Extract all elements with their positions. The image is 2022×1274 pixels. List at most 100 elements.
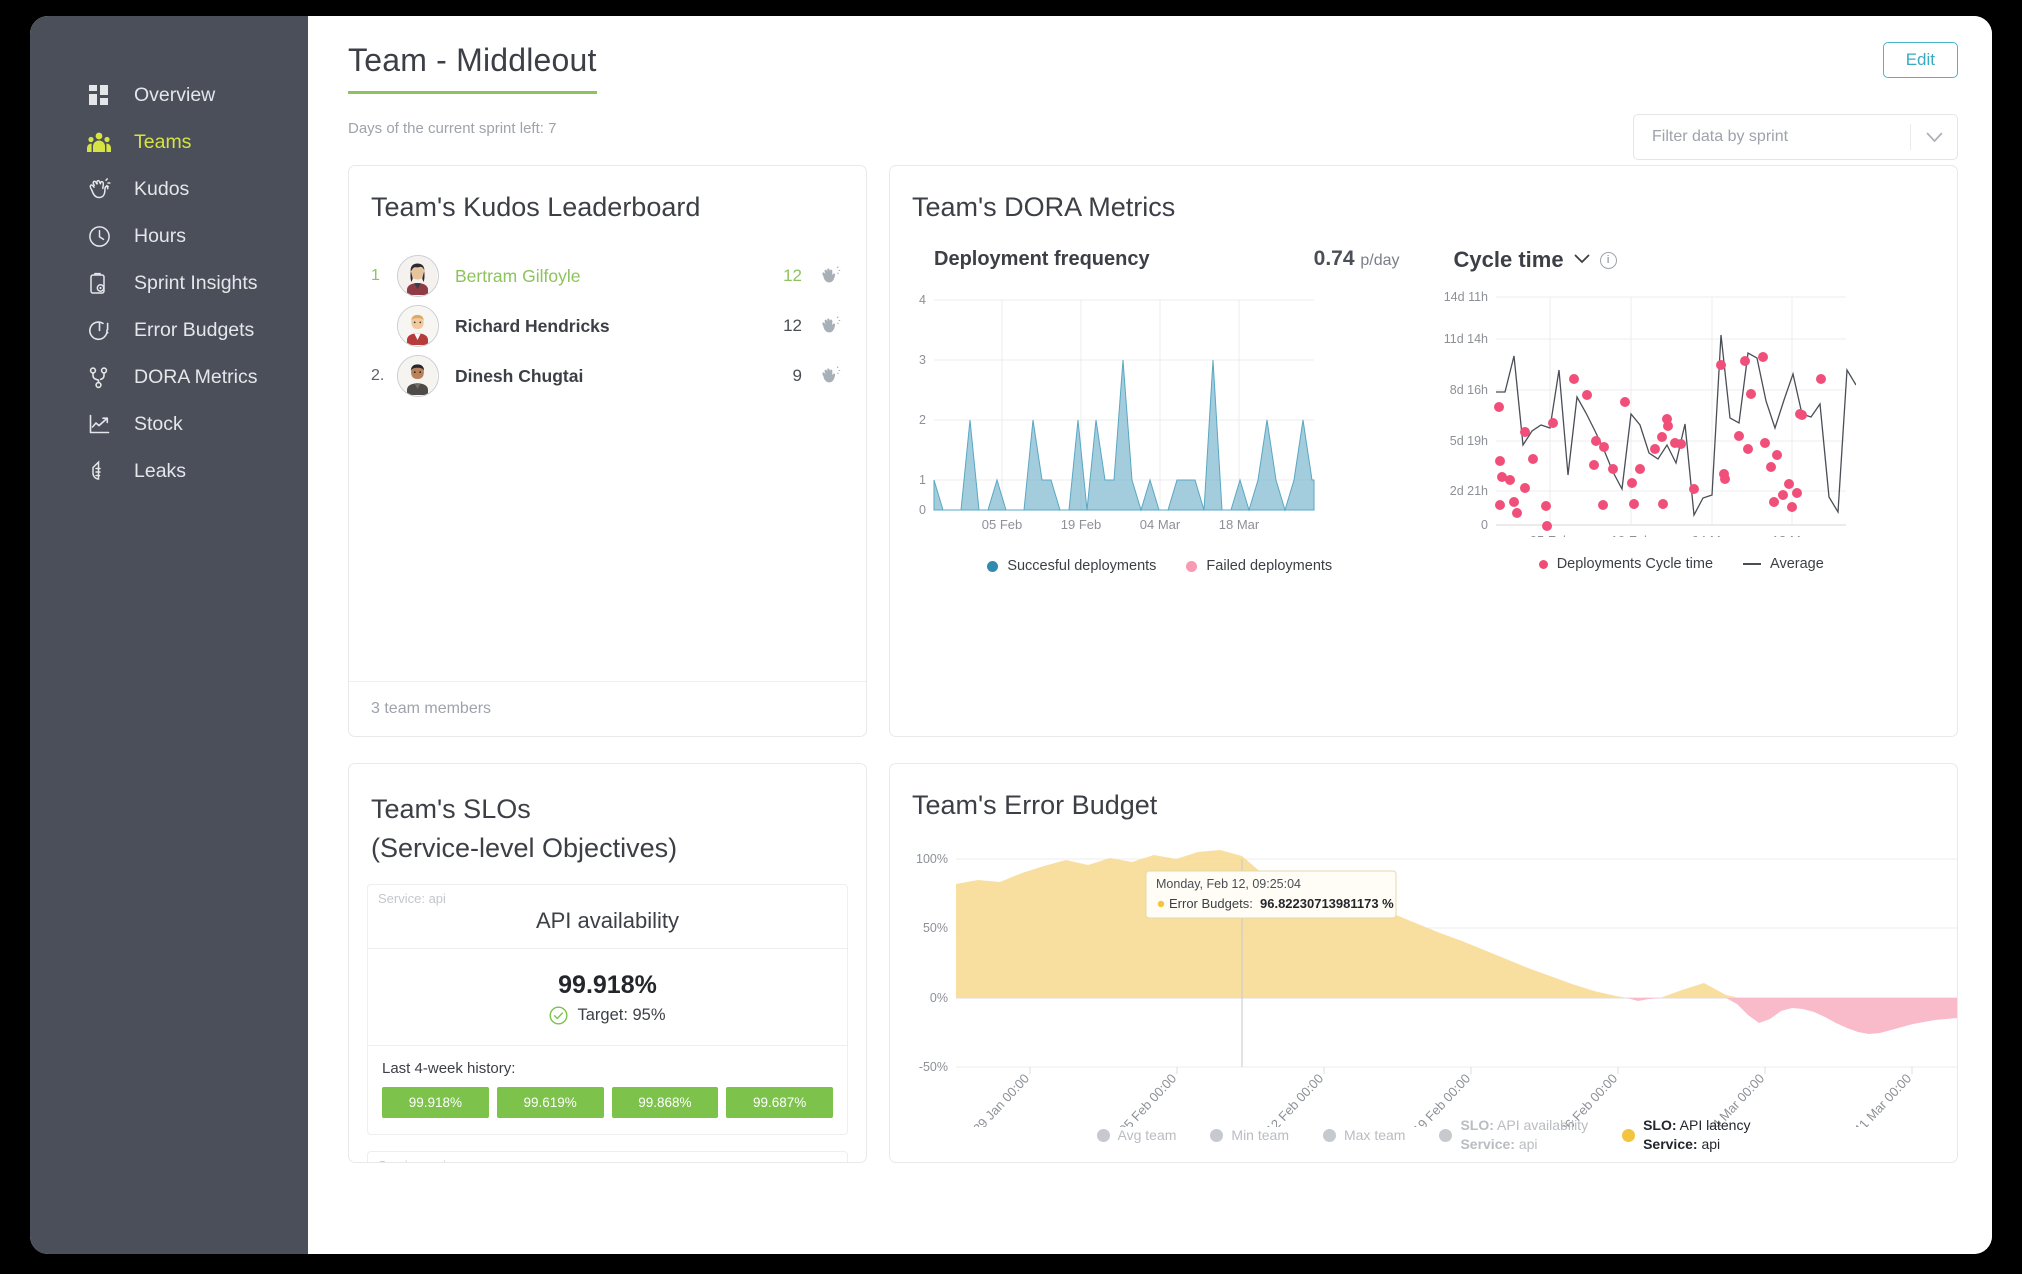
sprint-filter-placeholder: Filter data by sprint	[1652, 128, 1789, 145]
svg-text:5d 19h: 5d 19h	[1449, 434, 1487, 448]
slo-service-label: Service: api	[368, 1152, 847, 1162]
page-title: Team - Middleout	[348, 42, 597, 94]
sidebar-item-stock[interactable]: Stock	[30, 401, 308, 447]
slo-target: Target: 95%	[368, 1006, 847, 1045]
legend-item[interactable]: Failed deployments	[1186, 558, 1332, 574]
legend-label-value: API latency	[1676, 1117, 1751, 1134]
svg-text:14d 11h: 14d 11h	[1443, 290, 1487, 304]
svg-text:0%: 0%	[930, 991, 948, 1005]
legend-label: Average	[1770, 556, 1824, 572]
svg-text:11d 14h: 11d 14h	[1443, 332, 1487, 346]
legend-label-value2: api	[1697, 1136, 1721, 1153]
filter-row: Filter data by sprint	[1633, 114, 1958, 160]
legend-item-slo-api-latency[interactable]: SLO: API latency Service: api	[1622, 1116, 1750, 1154]
slo-item-api-latency[interactable]: Service: api API latency	[367, 1151, 848, 1162]
clap-icon[interactable]	[820, 315, 842, 337]
sidebar: Overview Teams Kudos Hours Sprint Insigh…	[30, 16, 308, 1254]
legend-label: Succesful deployments	[1007, 558, 1157, 574]
kudos-member-name[interactable]: Dinesh Chugtai	[455, 366, 793, 387]
slo-title-line2: (Service-level Objectives)	[371, 833, 678, 864]
kudos-list: 1 Bertram Gilfoyle 12 Richard Hendricks …	[349, 223, 866, 681]
clap-icon[interactable]	[820, 365, 842, 387]
app-window: Overview Teams Kudos Hours Sprint Insigh…	[30, 16, 1992, 1254]
metric-unit: p/day	[1360, 252, 1400, 269]
slo-history: Last 4-week history: 99.918% 99.619% 99.…	[368, 1045, 847, 1134]
leak-icon	[86, 458, 112, 484]
sidebar-item-label: Teams	[134, 130, 192, 153]
clock-icon	[86, 223, 112, 249]
cycle-time-header: Cycle time i	[1426, 247, 1938, 273]
metric-value: 0.74	[1313, 247, 1355, 270]
legend-dot-icon	[1210, 1128, 1224, 1142]
list-item[interactable]: 1 Bertram Gilfoyle 12	[371, 251, 842, 301]
slo-item-api-availability[interactable]: Service: api API availability 99.918% Ta…	[367, 884, 848, 1136]
legend-item-min-team[interactable]: Min team	[1210, 1116, 1289, 1154]
slo-value: 99.918%	[558, 971, 657, 1000]
clap-icon[interactable]	[820, 265, 842, 287]
sidebar-item-label: Stock	[134, 412, 183, 435]
pie-alert-icon	[86, 317, 112, 343]
dashboard-grid: Team's Kudos Leaderboard 1 Bertram Gilfo…	[348, 165, 1958, 1163]
list-item[interactable]: 2. Dinesh Chugtai 9	[371, 351, 842, 401]
chart-tooltip: Monday, Feb 12, 09:25:04 Error Budgets: …	[1145, 870, 1397, 919]
sidebar-item-teams[interactable]: Teams	[30, 119, 308, 165]
sidebar-item-hours[interactable]: Hours	[30, 213, 308, 259]
tooltip-value: 96.82230713981173 %	[1260, 896, 1394, 911]
edit-button[interactable]: Edit	[1882, 42, 1958, 78]
legend-label-value2: api	[1514, 1136, 1538, 1153]
legend-dot-icon	[1538, 559, 1548, 569]
legend-label: Avg team	[1117, 1127, 1177, 1144]
legend-dot-icon	[987, 560, 999, 572]
legend-dot-icon	[1096, 1128, 1110, 1142]
status-badge: 99.918%	[382, 1087, 489, 1119]
legend-item-slo-api-availability[interactable]: SLO: API availability Service: api	[1439, 1116, 1588, 1154]
sidebar-item-error-budgets[interactable]: Error Budgets	[30, 307, 308, 353]
dora-charts: Deployment frequency 0.74 p/day 4 3 2 1	[890, 223, 1957, 574]
people-icon	[86, 129, 112, 155]
legend-item[interactable]: Deployments Cycle time	[1538, 556, 1713, 572]
sidebar-item-overview[interactable]: Overview	[30, 72, 308, 118]
svg-text:3: 3	[919, 353, 926, 367]
legend-label-group: SLO: API availability Service: api	[1460, 1116, 1588, 1154]
chevron-down-icon[interactable]	[1911, 132, 1957, 143]
legend-item[interactable]: Succesful deployments	[987, 558, 1156, 574]
error-budget-legend: Avg team Min team Max team SLO: API avai…	[890, 1116, 1957, 1154]
sidebar-item-leaks[interactable]: Leaks	[30, 448, 308, 494]
legend-line-icon	[1743, 563, 1762, 565]
slo-card-title: Team's SLOs (Service-level Objectives)	[349, 764, 866, 868]
legend-item-avg-team[interactable]: Avg team	[1096, 1116, 1177, 1154]
svg-text:100%: 100%	[916, 852, 948, 866]
info-icon[interactable]: i	[1599, 251, 1617, 269]
svg-text:8d 16h: 8d 16h	[1449, 383, 1487, 397]
svg-text:1: 1	[919, 473, 926, 487]
sprint-filter-select[interactable]: Filter data by sprint	[1633, 114, 1958, 160]
avatar	[397, 255, 439, 297]
slo-card: Team's SLOs (Service-level Objectives) S…	[348, 763, 867, 1163]
legend-item-max-team[interactable]: Max team	[1322, 1116, 1406, 1154]
list-item[interactable]: Richard Hendricks 12	[371, 301, 842, 351]
deployment-frequency-chart: Deployment frequency 0.74 p/day 4 3 2 1	[904, 247, 1416, 574]
kudos-score: 12	[783, 266, 802, 285]
slo-target-label: Target: 95%	[577, 1006, 666, 1025]
legend-label: Max team	[1343, 1127, 1406, 1144]
kudos-member-name[interactable]: Bertram Gilfoyle	[455, 266, 783, 287]
branch-icon	[86, 364, 112, 390]
kudos-member-name[interactable]: Richard Hendricks	[455, 316, 783, 337]
cycle-time-plot: 14d 11h 11d 14h 8d 16h 5d 19h 2d 21h 0	[1443, 290, 1857, 548]
legend-label-key2: Service:	[1460, 1136, 1515, 1153]
legend-label: Failed deployments	[1206, 558, 1333, 574]
svg-text:0: 0	[1481, 518, 1488, 532]
legend-item[interactable]: Average	[1743, 556, 1824, 572]
sidebar-item-kudos[interactable]: Kudos	[30, 166, 308, 212]
chart-title: Deployment frequency	[934, 248, 1150, 270]
page-header: Team - Middleout Edit	[348, 42, 1958, 94]
sidebar-item-sprint-insights[interactable]: Sprint Insights	[30, 260, 308, 306]
deployment-frequency-plot: 4 3 2 1 0 05 Feb 19 Feb 04 Mar 18 Mar	[919, 293, 1315, 532]
chevron-down-icon[interactable]	[1574, 251, 1590, 269]
sidebar-item-dora-metrics[interactable]: DORA Metrics	[30, 354, 308, 400]
legend-label-key2: Service:	[1643, 1136, 1698, 1153]
svg-text:2d 21h: 2d 21h	[1449, 484, 1487, 498]
status-badge: 99.619%	[496, 1087, 604, 1119]
deployment-legend: Succesful deployments Failed deployments	[904, 558, 1416, 574]
tooltip-date: Monday, Feb 12, 09:25:04	[1156, 877, 1301, 891]
